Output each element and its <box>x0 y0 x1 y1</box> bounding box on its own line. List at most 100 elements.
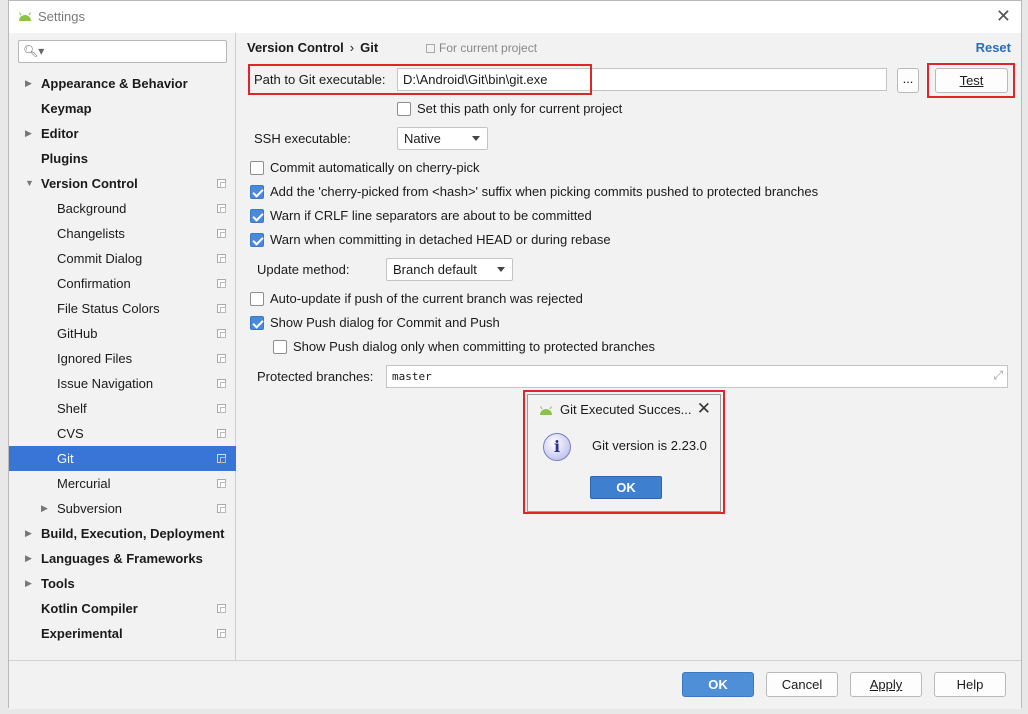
search-icon: 🔍︎▾ <box>23 44 45 58</box>
sidebar-item-issue-navigation[interactable]: Issue Navigation <box>9 371 236 396</box>
project-scope-icon <box>217 329 226 338</box>
settings-tree: ▶ Appearance & Behavior Keymap ▶ Editor Plugi… <box>9 71 236 646</box>
ssh-select[interactable]: Native <box>397 127 488 150</box>
title-bar: Settings ✕ <box>9 1 1021 33</box>
sidebar-item-commit-dialog[interactable]: Commit Dialog <box>9 246 236 271</box>
sidebar-item-changelists[interactable]: Changelists <box>9 221 236 246</box>
project-scope-icon <box>217 304 226 313</box>
path-label: Path to Git executable: <box>254 72 386 87</box>
sidebar-item-shelf[interactable]: Shelf <box>9 396 236 421</box>
ok-button[interactable]: OK <box>682 672 754 697</box>
dialog-title: Git Executed Succes... <box>560 402 692 417</box>
settings-window: Settings ✕ 🔍︎▾ ▶ Appearance & Behavior Key… <box>8 0 1023 709</box>
sidebar-item-label: Tools <box>41 576 75 591</box>
sidebar-item-cvs[interactable]: CVS <box>9 421 236 446</box>
chevron-right-icon[interactable]: ▶ <box>25 571 32 596</box>
protected-branches-input[interactable]: master ⤢ <box>386 365 1008 388</box>
chevron-right-icon[interactable]: ▶ <box>25 121 32 146</box>
update-method-select[interactable]: Branch default <box>386 258 513 281</box>
cancel-button[interactable]: Cancel <box>766 672 838 697</box>
sidebar-item-label: Subversion <box>57 501 123 516</box>
sidebar-item-file-status-colors[interactable]: File Status Colors <box>9 296 236 321</box>
chevron-right-icon[interactable]: ▶ <box>25 546 32 571</box>
chevron-right-icon[interactable]: ▶ <box>25 71 32 96</box>
chevron-right-icon[interactable]: ▶ <box>41 496 48 521</box>
sidebar-item-github[interactable]: GitHub <box>9 321 236 346</box>
sidebar-item-label: Changelists <box>57 226 125 241</box>
help-button[interactable]: Help <box>934 672 1006 697</box>
set-path-checkbox[interactable] <box>397 102 411 116</box>
sidebar-item-git[interactable]: Git <box>9 446 236 471</box>
test-button[interactable]: Test <box>935 68 1008 93</box>
update-method-label: Update method: <box>257 262 350 277</box>
close-icon[interactable]: ✕ <box>996 7 1011 25</box>
sidebar-item-label: Editor <box>41 126 79 141</box>
sidebar-item-background[interactable]: Background <box>9 196 236 221</box>
android-icon <box>19 12 31 21</box>
auto-update-checkbox[interactable] <box>250 292 264 306</box>
test-button-label: Test <box>959 73 984 88</box>
sidebar-item-languages-frameworks[interactable]: ▶ Languages & Frameworks <box>9 546 236 571</box>
git-path-input[interactable]: D:\Android\Git\bin\git.exe <box>397 68 887 91</box>
show-push-protected-checkbox[interactable] <box>273 340 287 354</box>
sidebar-item-experimental[interactable]: Experimental <box>9 621 236 646</box>
chevron-right-icon[interactable]: ▶ <box>25 521 32 546</box>
sidebar-item-subversion[interactable]: ▶ Subversion <box>9 496 236 521</box>
sidebar-item-label: Build, Execution, Deployment <box>41 526 225 541</box>
sidebar-item-confirmation[interactable]: Confirmation <box>9 271 236 296</box>
project-scope-icon <box>217 279 226 288</box>
search-input[interactable]: 🔍︎▾ <box>18 40 227 63</box>
android-icon <box>540 406 552 415</box>
protected-branches-value: master <box>392 370 432 383</box>
project-scope-icon <box>426 44 435 53</box>
window-title: Settings <box>38 9 85 24</box>
sidebar-item-mercurial[interactable]: Mercurial <box>9 471 236 496</box>
chevron-down-icon[interactable]: ▼ <box>25 171 34 196</box>
sidebar-item-label: Appearance & Behavior <box>41 76 188 91</box>
sidebar-item-ignored-files[interactable]: Ignored Files <box>9 346 236 371</box>
sidebar-item-label: Shelf <box>57 401 87 416</box>
sidebar-item-build-execution-deployment[interactable]: ▶ Build, Execution, Deployment <box>9 521 236 546</box>
close-icon[interactable]: ✕ <box>697 399 711 419</box>
expand-icon[interactable]: ⤢ <box>993 368 1003 383</box>
sidebar-item-label: Ignored Files <box>57 351 133 366</box>
cherry-pick-checkbox[interactable] <box>250 161 264 175</box>
sidebar-item-label: Keymap <box>41 101 92 116</box>
dialog-message: Git version is 2.23.0 <box>592 438 707 453</box>
dialog-ok-button[interactable]: OK <box>590 476 662 499</box>
info-icon: i <box>543 433 571 461</box>
project-scope-icon <box>217 379 226 388</box>
sidebar-item-keymap[interactable]: Keymap <box>9 96 236 121</box>
sidebar-item-label: GitHub <box>57 326 98 341</box>
sidebar-item-appearance-behavior[interactable]: ▶ Appearance & Behavior <box>9 71 236 96</box>
sidebar-item-label: Confirmation <box>57 276 131 291</box>
reset-link[interactable]: Reset <box>976 40 1011 55</box>
add-suffix-checkbox[interactable] <box>250 185 264 199</box>
git-settings-panel: Version Control › Git For current project … <box>237 33 1023 660</box>
sidebar-item-version-control[interactable]: ▼ Version Control <box>9 171 236 196</box>
sidebar-item-kotlin-compiler[interactable]: Kotlin Compiler <box>9 596 236 621</box>
sidebar-item-label: File Status Colors <box>57 301 160 316</box>
update-method-value: Branch default <box>393 262 477 277</box>
protected-branches-label: Protected branches: <box>257 369 374 384</box>
warn-detached-checkbox[interactable] <box>250 233 264 247</box>
browse-button[interactable]: ... <box>897 68 919 93</box>
git-success-dialog: Git Executed Succes... ✕ i Git version i… <box>527 394 721 512</box>
show-push-checkbox[interactable] <box>250 316 264 330</box>
sidebar-item-label: Commit Dialog <box>57 251 143 266</box>
sidebar-item-tools[interactable]: ▶ Tools <box>9 571 236 596</box>
project-scope-icon <box>217 229 226 238</box>
apply-button[interactable]: Apply <box>850 672 922 697</box>
sidebar-item-plugins[interactable]: Plugins <box>9 146 236 171</box>
add-suffix-label: Add the 'cherry-picked from <hash>' suff… <box>270 184 819 199</box>
sidebar-item-editor[interactable]: ▶ Editor <box>9 121 236 146</box>
sidebar-item-label: Mercurial <box>57 476 111 491</box>
project-scope-icon <box>217 204 226 213</box>
project-scope-icon <box>217 629 226 638</box>
sidebar-item-label: Kotlin Compiler <box>41 601 138 616</box>
breadcrumb-parent: Version Control <box>247 40 344 55</box>
settings-sidebar: 🔍︎▾ ▶ Appearance & Behavior Keymap ▶ Editor P… <box>9 33 236 660</box>
warn-crlf-checkbox[interactable] <box>250 209 264 223</box>
ssh-label: SSH executable: <box>254 131 351 146</box>
sidebar-item-label: Issue Navigation <box>57 376 154 391</box>
